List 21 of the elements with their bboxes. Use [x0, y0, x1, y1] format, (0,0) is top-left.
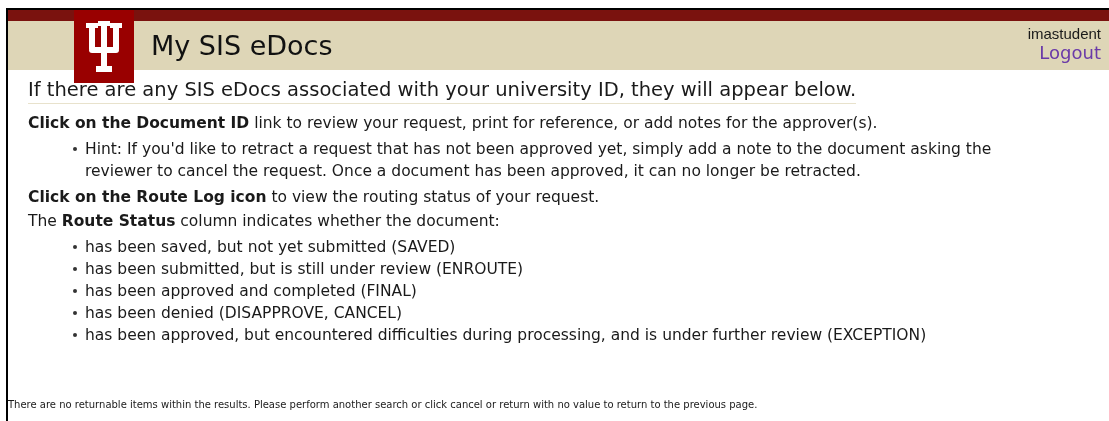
bullet-icon	[73, 147, 77, 151]
bullet-icon	[73, 245, 77, 249]
bullet-text: has been denied (DISAPPROVE, CANCEL)	[85, 303, 403, 324]
bullet-text: has been submitted, but is still under review (ENROUTE)	[85, 259, 524, 280]
instruction-text: The Route Status column indicates whether the document:	[28, 212, 501, 230]
no-results-message: There are no returnable items within the results. Please perform another search or click cancel or return with no value to return to the previous page.	[8, 399, 758, 410]
bullet-text: has been approved and completed (FINAL)	[85, 281, 417, 302]
username: imastudent	[1027, 25, 1101, 42]
instruction-text: Click on the Route Log icon to view the routing status of your request.	[28, 188, 601, 206]
bullet-text: has been saved, but not yet submitted (SAVED)	[85, 237, 456, 258]
logout-link[interactable]: Logout	[1039, 42, 1101, 63]
bullet-text: Hint: If you'd like to retract a request that has not been approved yet, simply add a note to the document asking the reviewer to cancel the request. Once a document has been approved, it can no longer be retracted.	[85, 139, 993, 182]
bullet-icon	[73, 267, 77, 271]
page-heading: If there are any SIS eDocs associated with your university ID, they will appear below.	[28, 78, 857, 104]
bullet-icon	[73, 333, 77, 337]
instruction-text: Click on the Document ID link to review your request, print for reference, or add notes for the approver(s).	[28, 114, 879, 132]
logo-icon	[74, 10, 134, 83]
bullet-icon	[73, 289, 77, 293]
bullet-text: has been approved, but encountered difficulties during processing, and is under further review (EXCEPTION)	[85, 325, 927, 346]
page-title: My SIS eDocs	[151, 30, 333, 61]
bullet-icon	[73, 311, 77, 315]
